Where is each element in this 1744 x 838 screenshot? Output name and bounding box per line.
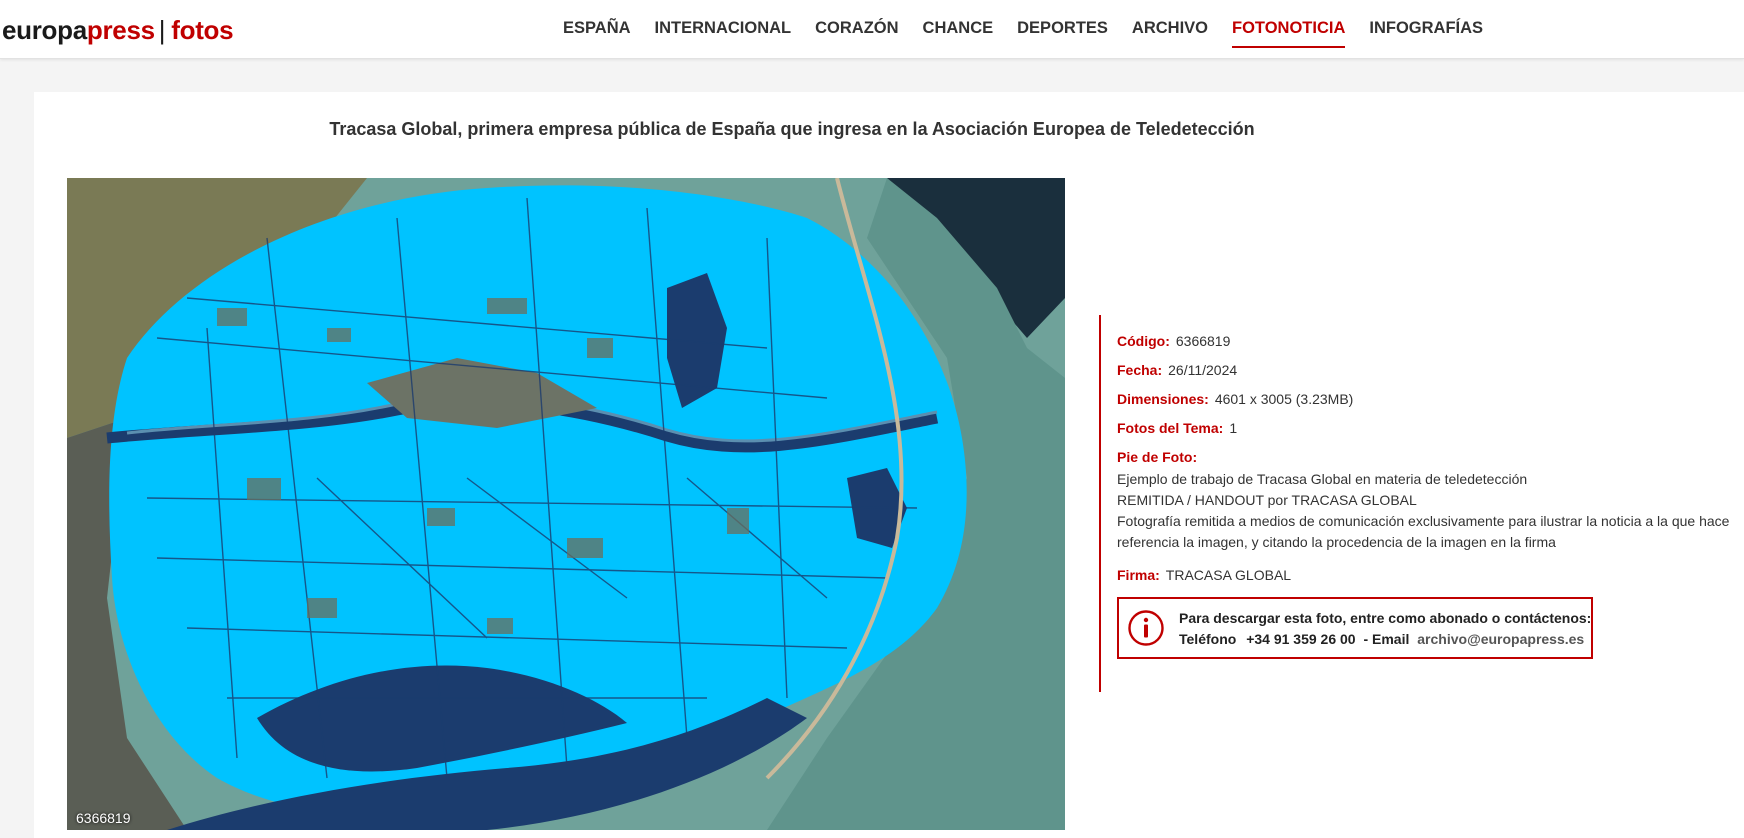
top-navigation-bar: europapress | fotos ESPAÑA INTERNACIONAL C… <box>0 0 1744 59</box>
info-pie-de-foto: Pie de Foto: Ejemplo de trabajo de Traca… <box>1117 449 1744 553</box>
download-message: Para descargar esta foto, entre como abo… <box>1179 610 1592 626</box>
caption-line-1: Ejemplo de trabajo de Tracasa Global en … <box>1117 471 1528 487</box>
main-nav: ESPAÑA INTERNACIONAL CORAZÓN CHANCE DEPO… <box>563 0 1507 59</box>
photo-info-panel: Código: 6366819 Fecha: 26/11/2024 Dimensio… <box>1099 315 1744 692</box>
logo-text-press: press <box>86 15 155 45</box>
info-circle-icon <box>1128 610 1164 646</box>
info-dimensiones: Dimensiones: 4601 x 3005 (3.23MB) <box>1117 391 1354 407</box>
logo-text-fotos: fotos <box>171 15 234 45</box>
nav-item-infografias[interactable]: INFOGRAFÍAS <box>1369 0 1483 48</box>
logo-separator: | <box>158 15 166 45</box>
info-fotos-tema: Fotos del Tema: 1 <box>1117 420 1238 436</box>
satellite-flood-map <box>67 178 1065 830</box>
main-photo[interactable]: 6366819 <box>67 178 1065 830</box>
nav-item-archivo[interactable]: ARCHIVO <box>1132 0 1208 48</box>
download-contact-line: Teléfono +34 91 359 26 00 - Email archiv… <box>1179 631 1585 647</box>
photo-card: Tracasa Global, primera empresa pública … <box>34 92 1744 838</box>
page-title: Tracasa Global, primera empresa pública … <box>329 119 1255 139</box>
nav-item-deportes[interactable]: DEPORTES <box>1017 0 1108 48</box>
email-link[interactable]: archivo@europapress.es <box>1417 631 1584 647</box>
info-codigo: Código: 6366819 <box>1117 333 1231 349</box>
nav-item-internacional[interactable]: INTERNACIONAL <box>655 0 792 48</box>
download-contact-box: Para descargar esta foto, entre como abo… <box>1117 597 1593 659</box>
nav-item-chance[interactable]: CHANCE <box>923 0 994 48</box>
nav-item-corazon[interactable]: CORAZÓN <box>815 0 898 48</box>
caption-line-3: Fotografía remitida a medios de comunica… <box>1117 513 1730 550</box>
site-logo[interactable]: europapress | fotos <box>2 15 234 46</box>
photo-code-overlay: 6366819 <box>76 810 131 826</box>
nav-item-fotonoticia[interactable]: FOTONOTICIA <box>1232 0 1346 48</box>
info-firma: Firma: TRACASA GLOBAL <box>1117 567 1292 583</box>
phone-number-link[interactable]: +34 91 359 26 00 <box>1246 631 1355 647</box>
logo-text-europa: europa <box>2 15 87 45</box>
caption-line-2: REMITIDA / HANDOUT por TRACASA GLOBAL <box>1117 492 1417 508</box>
nav-item-espana[interactable]: ESPAÑA <box>563 0 631 48</box>
info-fecha: Fecha: 26/11/2024 <box>1117 362 1238 378</box>
